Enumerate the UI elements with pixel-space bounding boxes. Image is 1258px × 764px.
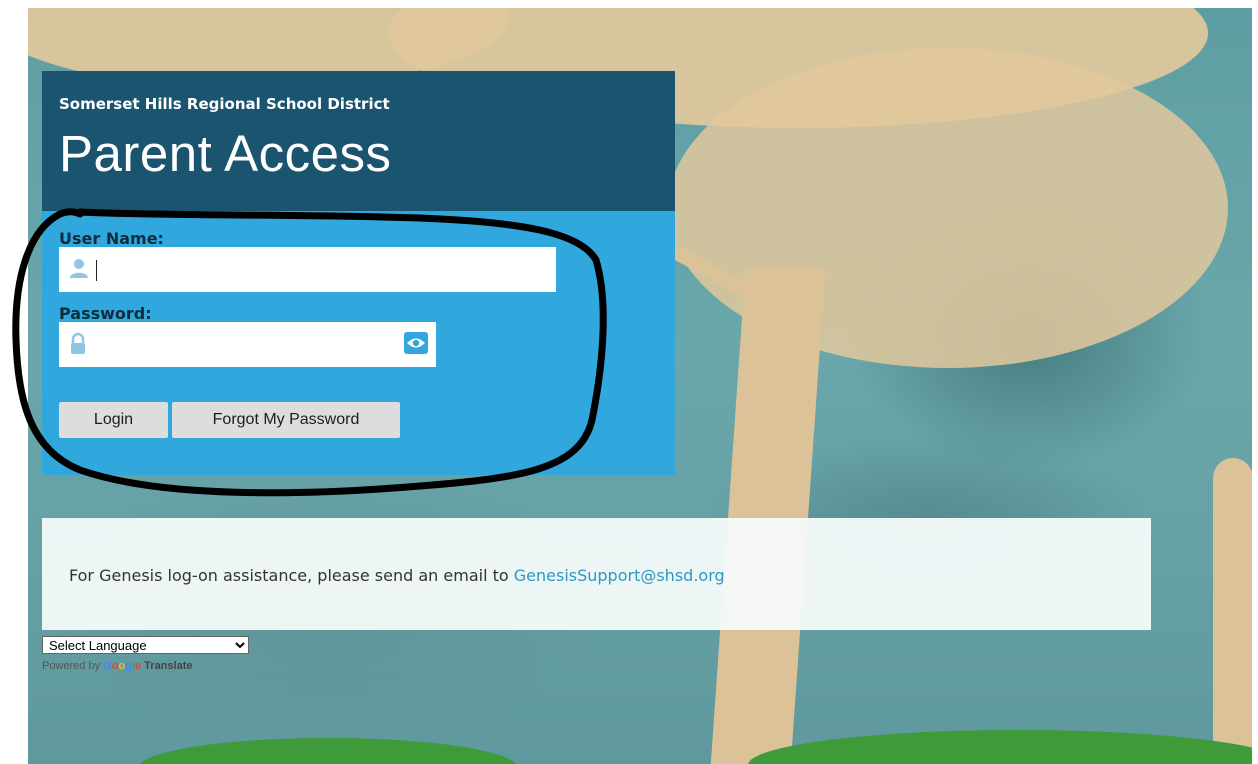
eye-icon <box>407 338 425 348</box>
username-label: User Name: <box>59 229 164 248</box>
powered-by-text: Powered by <box>42 660 104 672</box>
translate-link[interactable]: Translate <box>144 660 192 672</box>
show-password-button[interactable] <box>404 332 428 354</box>
assistance-message: For Genesis log-on assistance, please se… <box>69 566 514 585</box>
language-select[interactable]: Select Language <box>42 636 249 654</box>
grass-left <box>138 738 518 764</box>
login-button[interactable]: Login <box>59 402 168 438</box>
tree-trunk <box>710 268 826 764</box>
powered-by-google-translate: Powered by Google Translate <box>42 660 192 672</box>
user-icon <box>68 257 90 283</box>
login-form: User Name: Password: Login Forgot My Pas… <box>42 211 675 475</box>
lock-icon <box>68 332 88 360</box>
password-label: Password: <box>59 304 152 323</box>
text-cursor <box>96 260 97 281</box>
google-logo: Google <box>103 660 142 672</box>
assistance-text: For Genesis log-on assistance, please se… <box>69 566 725 585</box>
username-field[interactable] <box>59 247 556 292</box>
support-email-link[interactable]: GenesisSupport@shsd.org <box>514 566 725 585</box>
district-name: Somerset Hills Regional School District <box>59 95 390 113</box>
page-title: Parent Access <box>59 125 392 182</box>
login-header: Somerset Hills Regional School District … <box>42 71 675 211</box>
forgot-password-button[interactable]: Forgot My Password <box>172 402 400 438</box>
password-field[interactable] <box>59 322 436 367</box>
grass-right <box>748 730 1252 764</box>
assistance-box: For Genesis log-on assistance, please se… <box>42 518 1151 630</box>
child-silhouette <box>1213 458 1252 764</box>
